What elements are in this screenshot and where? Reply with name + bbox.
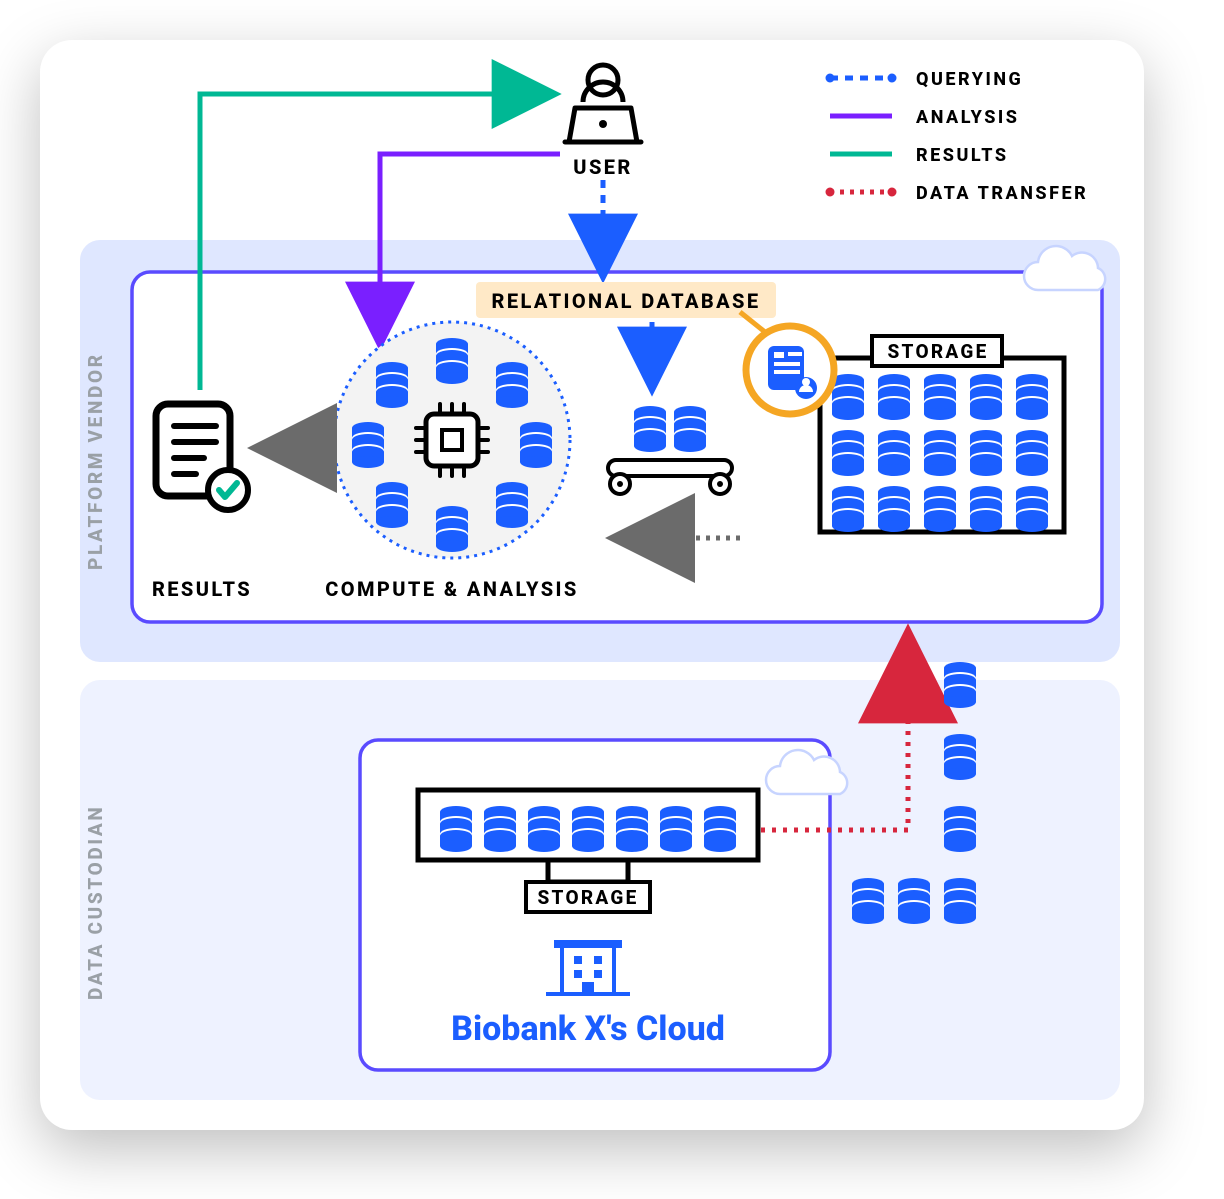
- legend-analysis: ANALYSIS: [916, 107, 1019, 128]
- chip-icon: [416, 404, 488, 476]
- storage-top: [820, 336, 1064, 532]
- legend: QUERYING ANALYSIS RESULTS DATA TRANSFER: [826, 69, 1089, 204]
- user-label: USER: [573, 155, 632, 179]
- user-icon: [565, 65, 641, 142]
- legend-data-transfer: DATA TRANSFER: [916, 183, 1088, 204]
- compute-label: COMPUTE & ANALYSIS: [325, 577, 578, 601]
- record-medal-icon: [746, 326, 834, 414]
- storage-bottom-label: STORAGE: [537, 886, 638, 909]
- storage-top-label: STORAGE: [887, 340, 988, 363]
- region-data-custodian-label: DATA CUSTODIAN: [84, 805, 107, 1000]
- region-platform-vendor-label: PLATFORM VENDOR: [84, 352, 107, 570]
- relational-db-label: RELATIONAL DATABASE: [492, 289, 761, 313]
- legend-querying: QUERYING: [916, 69, 1023, 90]
- legend-results: RESULTS: [916, 145, 1009, 166]
- biobank-label: Biobank X's Cloud: [451, 1009, 725, 1049]
- results-label: RESULTS: [152, 577, 252, 601]
- compute-cluster: [334, 322, 570, 558]
